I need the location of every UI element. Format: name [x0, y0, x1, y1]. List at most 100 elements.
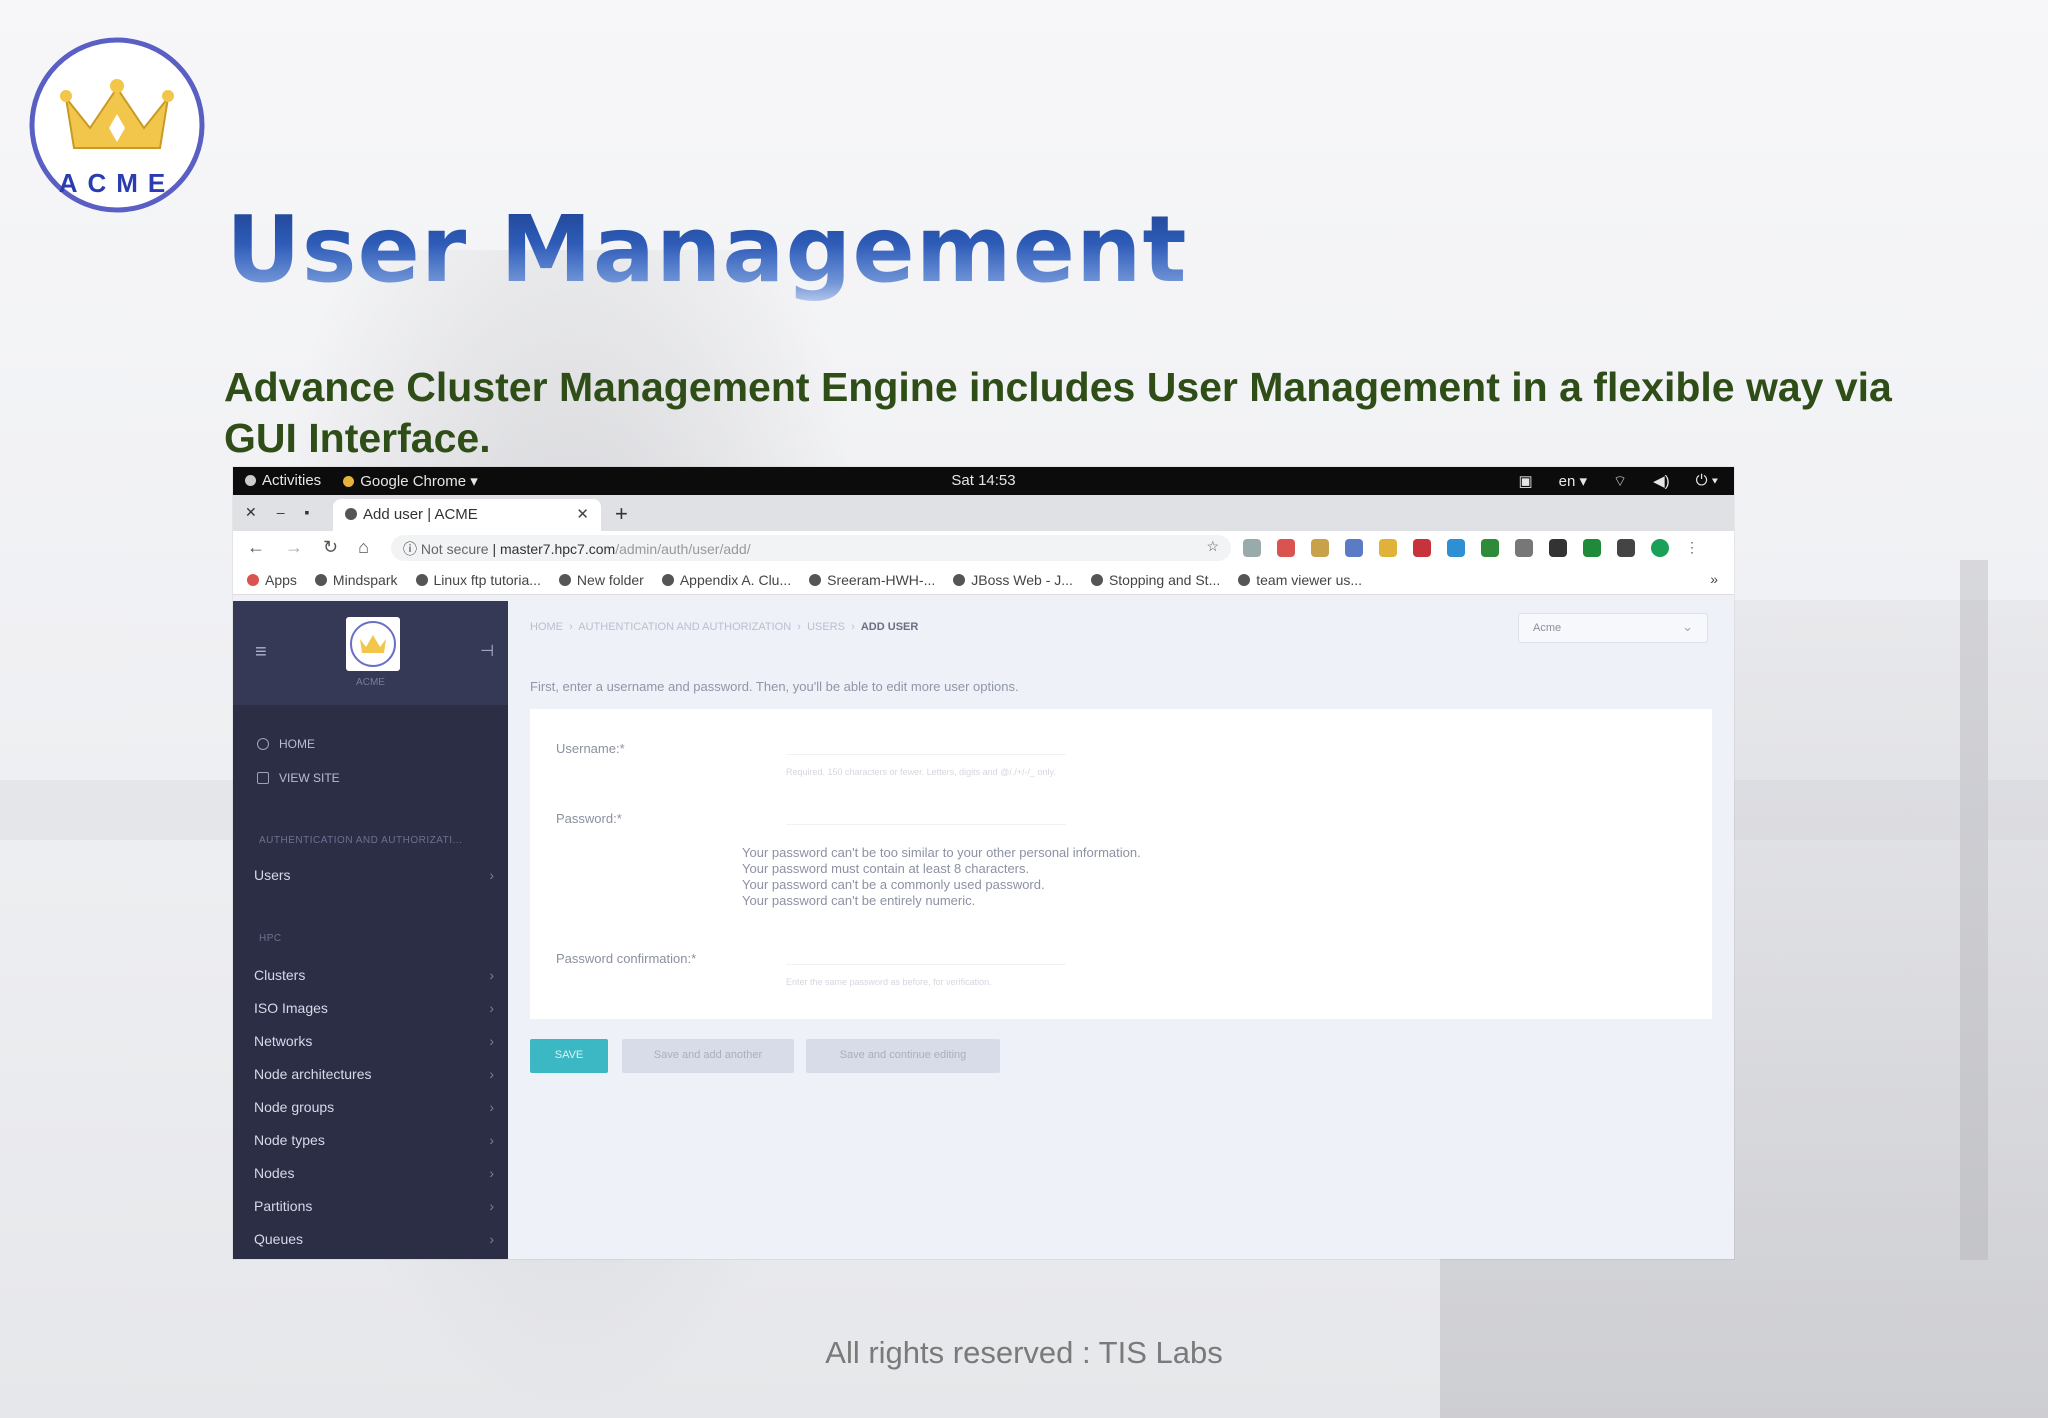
bookmark-item[interactable]: team viewer us...	[1238, 572, 1362, 588]
sidebar-item-node-architectures[interactable]: Node architectures ›	[254, 1066, 494, 1082]
extension-icon[interactable]	[1379, 539, 1397, 557]
username-input[interactable]	[786, 731, 1066, 755]
new-tab-button[interactable]: +	[615, 501, 628, 527]
site-icon	[257, 772, 269, 784]
address-bar-row: ← → ↻ ⌂ ⓘ Not secure | master7.hpc7.com/…	[233, 531, 1734, 565]
pin-icon[interactable]: ⊣	[480, 641, 494, 661]
main-content: HOME › AUTHENTICATION AND AUTHORIZATION …	[508, 601, 1734, 1259]
sidebar-item-queues[interactable]: Queues ›	[254, 1231, 494, 1247]
chevron-right-icon: ›	[489, 1000, 494, 1016]
language-menu[interactable]: en ▾	[1559, 472, 1587, 491]
breadcrumb-current: ADD USER	[860, 621, 919, 633]
bookmark-item[interactable]: Mindspark	[314, 572, 398, 588]
sidebar-item-users[interactable]: Users ›	[254, 867, 494, 883]
sidebar-item-partitions[interactable]: Partitions ›	[254, 1198, 494, 1214]
globe-icon	[345, 508, 357, 520]
chevron-right-icon: ›	[489, 967, 494, 983]
extension-icon[interactable]	[1481, 539, 1499, 557]
password-label: Password:*	[556, 811, 622, 826]
chevron-right-icon: ›	[489, 1066, 494, 1082]
home-icon[interactable]: ⌂	[358, 537, 369, 558]
site-select[interactable]: Acme ⌄	[1518, 613, 1708, 643]
os-top-bar: Activities Google Chrome ▾ Sat 14:53 ▣ e…	[233, 467, 1734, 495]
bookmark-icon	[314, 574, 327, 586]
tab-close-icon[interactable]: ✕	[576, 505, 589, 523]
password-confirmation-input[interactable]	[786, 941, 1066, 965]
sidebar-item-home[interactable]: HOME	[257, 737, 315, 751]
form-intro: First, enter a username and password. Th…	[530, 679, 1019, 694]
sidebar-item-node-groups[interactable]: Node groups ›	[254, 1099, 494, 1115]
bookmark-item[interactable]: Appendix A. Clu...	[661, 572, 791, 588]
network-icon[interactable]: ⌔	[1613, 472, 1627, 491]
bookmark-item[interactable]: JBoss Web - J...	[953, 572, 1073, 588]
sidebar-logo[interactable]	[346, 617, 400, 671]
sidebar-item-view-site[interactable]: VIEW SITE	[257, 771, 340, 785]
info-icon[interactable]: ⓘ	[403, 541, 421, 557]
chevron-right-icon: ›	[489, 867, 494, 883]
extension-icon[interactable]	[1549, 539, 1567, 557]
extension-icon[interactable]	[1243, 539, 1261, 557]
breadcrumb-users[interactable]: USERS	[807, 621, 845, 633]
save-and-continue-button[interactable]: Save and continue editing	[806, 1039, 1000, 1073]
sidebar-item-iso-images[interactable]: ISO Images ›	[254, 1000, 494, 1016]
username-label: Username:*	[556, 741, 625, 756]
sidebar-item-nodes[interactable]: Nodes ›	[254, 1165, 494, 1181]
bookmarks-more[interactable]: »	[1710, 571, 1718, 587]
reload-icon[interactable]: ↻	[323, 537, 338, 558]
power-icon[interactable]: ⏻ ▾	[1696, 472, 1718, 491]
password-input[interactable]	[786, 801, 1066, 825]
bookmark-item[interactable]: Stopping and St...	[1090, 572, 1220, 588]
profile-avatar[interactable]	[1651, 539, 1669, 557]
extension-icon[interactable]	[1515, 539, 1533, 557]
bookmark-star-icon[interactable]: ☆	[1206, 538, 1219, 555]
bookmark-item[interactable]: New folder	[558, 572, 644, 588]
breadcrumb-auth[interactable]: AUTHENTICATION AND AUTHORIZATION	[578, 621, 791, 633]
chevron-down-icon: ⌄	[1682, 619, 1693, 634]
bookmark-icon	[558, 574, 571, 586]
clock[interactable]: Sat 14:53	[233, 472, 1734, 489]
extension-icon[interactable]	[1277, 539, 1295, 557]
slide-footer: All rights reserved : TIS Labs	[825, 1335, 1223, 1370]
extension-icon[interactable]	[1311, 539, 1329, 557]
extension-icon[interactable]	[1583, 539, 1601, 557]
screen-icon[interactable]: ▣	[1518, 472, 1532, 491]
password-help: Your password can't be too similar to yo…	[742, 845, 1141, 908]
add-user-form: Username:* Required. 150 characters or f…	[530, 709, 1712, 1019]
window-minimize-icon[interactable]: –	[277, 504, 285, 521]
puzzle-icon[interactable]	[1617, 539, 1635, 557]
bookmark-item[interactable]: Linux ftp tutoria...	[415, 572, 541, 588]
sidebar-logo-caption: ACME	[356, 677, 385, 688]
chevron-right-icon: ›	[489, 1198, 494, 1214]
bookmark-item[interactable]: Sreeram-HWH-...	[809, 572, 935, 588]
home-icon	[257, 738, 269, 750]
extension-icon[interactable]	[1447, 539, 1465, 557]
url-input[interactable]: ⓘ Not secure | master7.hpc7.com/admin/au…	[391, 535, 1231, 561]
bookmark-icon	[415, 574, 428, 586]
window-close-icon[interactable]: ✕	[245, 504, 257, 521]
extension-icon[interactable]	[1345, 539, 1363, 557]
sidebar-section-hpc: HPC	[259, 933, 282, 944]
volume-icon[interactable]: ◀)	[1653, 472, 1670, 491]
hamburger-icon[interactable]: ≡	[255, 641, 267, 664]
sidebar-item-node-types[interactable]: Node types ›	[254, 1132, 494, 1148]
chevron-right-icon: ›	[489, 1099, 494, 1115]
slide-title: User Management	[226, 196, 1188, 303]
bookmark-item[interactable]: Apps	[247, 572, 297, 588]
sidebar-section-auth: AUTHENTICATION AND AUTHORIZATI...	[259, 835, 463, 846]
browser-tab[interactable]: Add user | ACME ✕	[333, 499, 601, 531]
forward-icon[interactable]: →	[285, 537, 303, 558]
breadcrumb-home[interactable]: HOME	[530, 621, 563, 633]
bookmark-icon	[809, 574, 822, 586]
save-button[interactable]: SAVE	[530, 1039, 608, 1073]
save-and-add-another-button[interactable]: Save and add another	[622, 1039, 794, 1073]
sidebar-item-networks[interactable]: Networks ›	[254, 1033, 494, 1049]
extension-icon[interactable]	[1413, 539, 1431, 557]
back-icon[interactable]: ←	[247, 537, 265, 558]
kebab-menu-icon[interactable]: ⋮	[1685, 539, 1699, 557]
username-help: Required. 150 characters or fewer. Lette…	[786, 767, 1056, 777]
password-confirmation-help: Enter the same password as before, for v…	[786, 977, 992, 987]
sidebar-item-clusters[interactable]: Clusters ›	[254, 967, 494, 983]
bookmark-icon	[953, 574, 966, 586]
password-confirmation-label: Password confirmation:*	[556, 951, 697, 966]
window-maximize-icon[interactable]: ▪	[305, 504, 310, 521]
